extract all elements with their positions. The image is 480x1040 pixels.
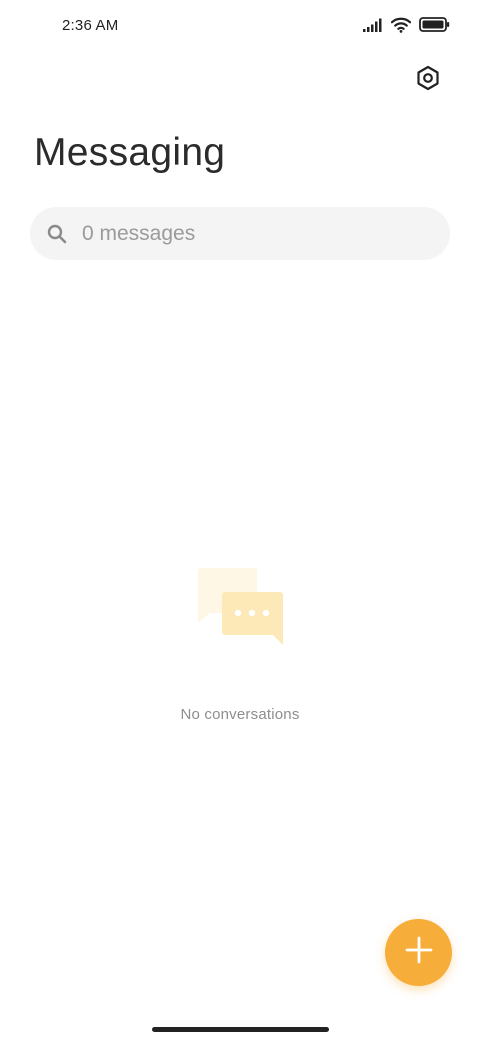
search-input[interactable] [82,207,422,260]
settings-button[interactable] [408,60,448,100]
search-bar[interactable] [30,207,450,260]
status-bar: 2:36 AM [0,0,480,52]
search-icon [46,223,68,245]
messaging-screen: 2:36 AM Messaging 0 messages No conversa… [0,0,480,1040]
home-indicator[interactable] [152,1027,329,1032]
page-title: Messaging [34,131,226,174]
wifi-icon [390,17,412,38]
new-conversation-button[interactable] [385,919,452,986]
status-time: 2:36 AM [62,17,119,34]
status-icons [363,17,450,37]
settings-hexagon-icon [415,65,441,96]
plus-icon [404,935,434,970]
battery-icon [419,17,450,37]
signal-icon [363,18,383,37]
chat-bubbles-icon [190,560,290,650]
empty-state-text: No conversations [180,706,300,723]
